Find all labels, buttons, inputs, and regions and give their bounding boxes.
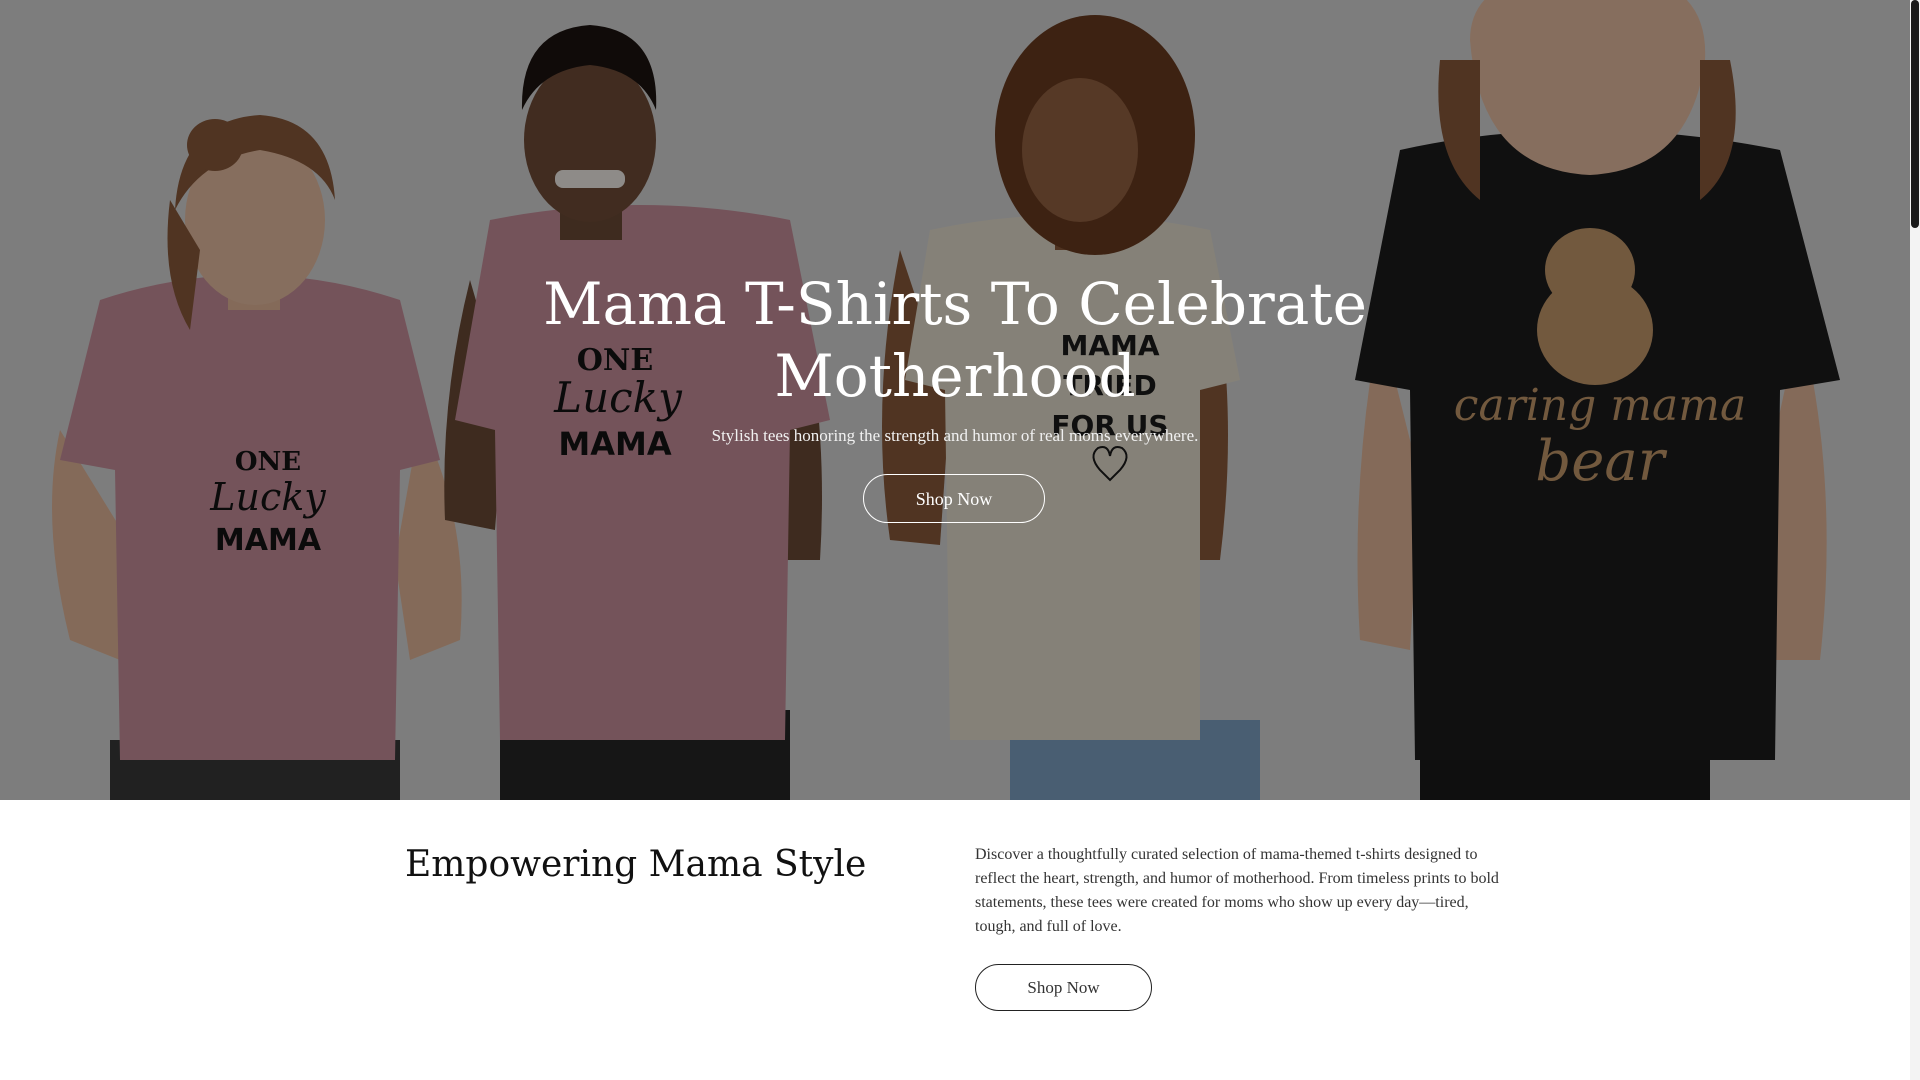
hero-title: Mama T-Shirts To Celebrate Motherhood xyxy=(543,270,1367,410)
hero-subtitle: Stylish tees honoring the strength and h… xyxy=(711,426,1199,445)
hero-shop-now-button[interactable]: Shop Now xyxy=(863,474,1045,523)
hero-banner: ONE Lucky MAMA ONE Lucky MAMA MAMA TRIED… xyxy=(0,0,1910,800)
scrollbar-thumb[interactable] xyxy=(1911,0,1919,228)
intro-heading: Empowering Mama Style xyxy=(405,844,867,885)
page: ONE Lucky MAMA ONE Lucky MAMA MAMA TRIED… xyxy=(0,0,1920,1080)
intro-shop-now-button[interactable]: Shop Now xyxy=(975,964,1152,1011)
hero-content: Mama T-Shirts To Celebrate Motherhood St… xyxy=(0,0,1910,800)
intro-description: Discover a thoughtfully curated selectio… xyxy=(975,846,1499,935)
